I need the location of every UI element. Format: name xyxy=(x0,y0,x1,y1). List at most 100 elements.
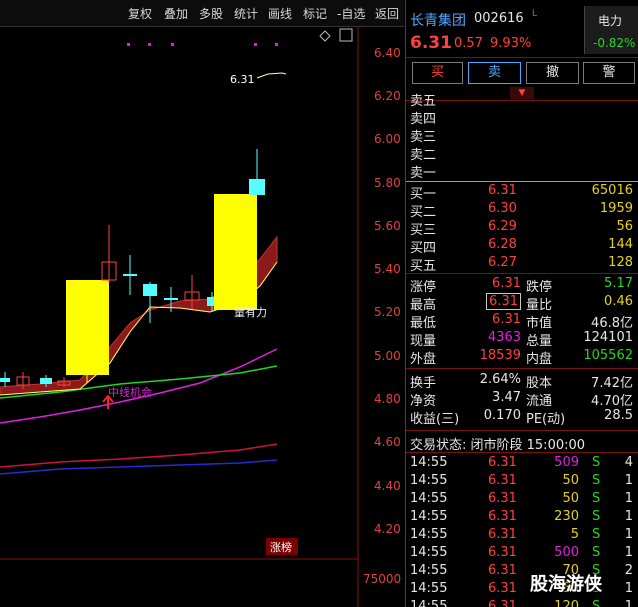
price-tick: 4.20 xyxy=(374,522,401,536)
bid-volume: 144 xyxy=(608,237,633,252)
stats-button[interactable]: 统计 xyxy=(234,5,258,22)
limit-down-label: 跌停 xyxy=(526,280,553,295)
price-tick: 4.60 xyxy=(374,435,401,449)
bid-row-2[interactable]: 买二 6.30 1959 xyxy=(406,200,638,220)
sector-change: -0.82% xyxy=(593,36,636,50)
price-tick: 4.40 xyxy=(374,479,401,493)
sector-name: 电力 xyxy=(598,14,623,28)
chart-toolbar: 复权 叠加 多股 统计 画线 标记 -自选 返回 xyxy=(0,0,404,27)
zhangbang-badge[interactable]: 涨榜 xyxy=(270,540,292,554)
net-assets-value: 3.47 xyxy=(492,390,521,405)
limit-up-label: 涨停 xyxy=(410,280,437,295)
current-volume-label: 现量 xyxy=(410,334,437,349)
share-capital-value: 7.42亿 xyxy=(591,376,633,391)
mark-button[interactable]: 标记 xyxy=(303,5,327,22)
price-change-pct: 9.93% xyxy=(490,36,532,51)
tick-row: 14:55 6.31 50 S 1 xyxy=(410,581,633,596)
sell-button[interactable]: 卖 xyxy=(468,62,521,84)
stock-flag: L xyxy=(532,9,538,19)
bid-volume: 65016 xyxy=(591,183,633,198)
bid-label: 买五 xyxy=(410,259,437,274)
remove-watchlist-button[interactable]: -自选 xyxy=(337,5,365,22)
low-value: 6.31 xyxy=(492,312,521,327)
price-tick: 4.80 xyxy=(374,392,401,406)
tick-row: 14:55 6.31 50 S 1 xyxy=(410,473,633,488)
diamond-icon[interactable] xyxy=(319,30,331,42)
annotation-zhongxian: 中线机会 xyxy=(108,385,152,399)
tick-row: 14:55 6.31 500 S 1 xyxy=(410,545,633,560)
float-shares-label: 流通 xyxy=(526,394,553,409)
window-toggle-icon[interactable] xyxy=(339,28,353,42)
tick-row: 14:55 6.31 509 S 4 xyxy=(410,455,633,470)
volume-ratio-value: 0.46 xyxy=(604,294,633,309)
current-price: 6.31 xyxy=(410,33,452,53)
tick-row: 14:55 6.31 50 S 1 xyxy=(410,491,633,506)
cancel-order-button[interactable]: 撤 xyxy=(526,62,579,84)
watermark: 股海游侠 xyxy=(530,574,602,595)
tick-row: 14:55 6.31 230 S 1 xyxy=(410,509,633,524)
bid-row-5[interactable]: 买五 6.27 128 xyxy=(406,254,638,274)
market-cap-label: 市值 xyxy=(526,316,553,331)
bid-price: 6.28 xyxy=(488,237,517,252)
tick-row: 14:55 6.31 70 S 2 xyxy=(410,563,633,578)
bid-price: 6.30 xyxy=(488,201,517,216)
low-label: 最低 xyxy=(410,316,437,331)
tick-row: 14:55 6.31 120 S 1 xyxy=(410,599,633,607)
price-tick: 5.60 xyxy=(374,219,401,233)
bid-row-3[interactable]: 买三 6.29 56 xyxy=(406,218,638,238)
signal-dots xyxy=(127,43,278,46)
eps-value: 0.170 xyxy=(483,408,521,423)
current-volume-value: 4363 xyxy=(487,330,521,345)
share-capital-label: 股本 xyxy=(526,376,553,391)
bid-row-4[interactable]: 买四 6.28 144 xyxy=(406,236,638,256)
price-axis: 6.40 6.20 6.00 5.80 5.60 5.40 5.20 5.00 … xyxy=(374,46,401,536)
price-change: 0.57 xyxy=(454,36,483,51)
bid-price: 6.31 xyxy=(488,183,517,198)
pe-label: PE(动) xyxy=(526,412,566,427)
limit-down-value: 5.17 xyxy=(604,276,633,291)
total-volume-value: 124101 xyxy=(583,330,633,345)
ask-3-label: 卖三 xyxy=(410,130,437,145)
price-tick: 5.20 xyxy=(374,305,401,319)
kline-chart[interactable]: 6.40 6.20 6.00 5.80 5.60 5.40 5.20 5.00 … xyxy=(0,27,404,607)
ma-blue-line xyxy=(0,459,278,475)
bid-volume: 56 xyxy=(616,219,633,234)
alert-button[interactable]: 警 xyxy=(583,62,635,84)
turnover-value: 2.64% xyxy=(479,372,521,387)
ask-2-label: 卖二 xyxy=(410,148,437,163)
eps-label: 收益(三) xyxy=(410,412,460,427)
fuquan-button[interactable]: 复权 xyxy=(128,5,152,22)
high-label: 最高 xyxy=(410,298,437,313)
turnover-label: 换手 xyxy=(410,376,437,391)
float-shares-value: 4.70亿 xyxy=(591,394,633,409)
price-tick: 6.00 xyxy=(374,132,401,146)
overlay-button[interactable]: 叠加 xyxy=(164,5,188,22)
bid-price: 6.29 xyxy=(488,219,517,234)
ask-4-label: 卖四 xyxy=(410,112,437,127)
ask-5-label: 卖五 xyxy=(410,94,437,109)
sector-box[interactable]: 电力 -0.82% xyxy=(584,6,638,54)
outer-volume-label: 外盘 xyxy=(410,352,437,367)
bid-row-1[interactable]: 买一 6.31 65016 xyxy=(406,182,638,202)
volume-ratio-label: 量比 xyxy=(526,298,553,313)
candles xyxy=(0,149,265,389)
net-assets-label: 净资 xyxy=(410,394,437,409)
draw-line-button[interactable]: 画线 xyxy=(268,5,292,22)
collapse-chevron-icon[interactable]: ▼ xyxy=(510,87,534,99)
last-price-tag: 6.31 xyxy=(230,73,255,86)
volume-tick: 75000 xyxy=(363,572,401,586)
price-tick: 6.40 xyxy=(374,46,401,60)
buy-button[interactable]: 买 xyxy=(412,62,463,84)
inner-volume-value: 105562 xyxy=(583,348,633,363)
outer-volume-value: 18539 xyxy=(479,348,521,363)
annotation-liang-you-li: 量有力 xyxy=(234,305,267,319)
price-tick: 5.40 xyxy=(374,262,401,276)
trade-status: 交易状态: 闭市阶段 15:00:00 xyxy=(410,438,586,453)
tick-list[interactable]: 14:55 6.31 509 S 4 14:55 6.31 50 S 1 14:… xyxy=(406,454,638,607)
high-value: 6.31 xyxy=(486,293,521,310)
quote-panel: 长青集团 002616 L 电力 -0.82% 6.31 0.57 9.93% … xyxy=(405,0,638,607)
ask-1-label: 卖一 xyxy=(410,166,437,181)
back-button[interactable]: 返回 xyxy=(375,5,399,22)
inner-volume-label: 内盘 xyxy=(526,352,553,367)
multi-stock-button[interactable]: 多股 xyxy=(199,5,223,22)
